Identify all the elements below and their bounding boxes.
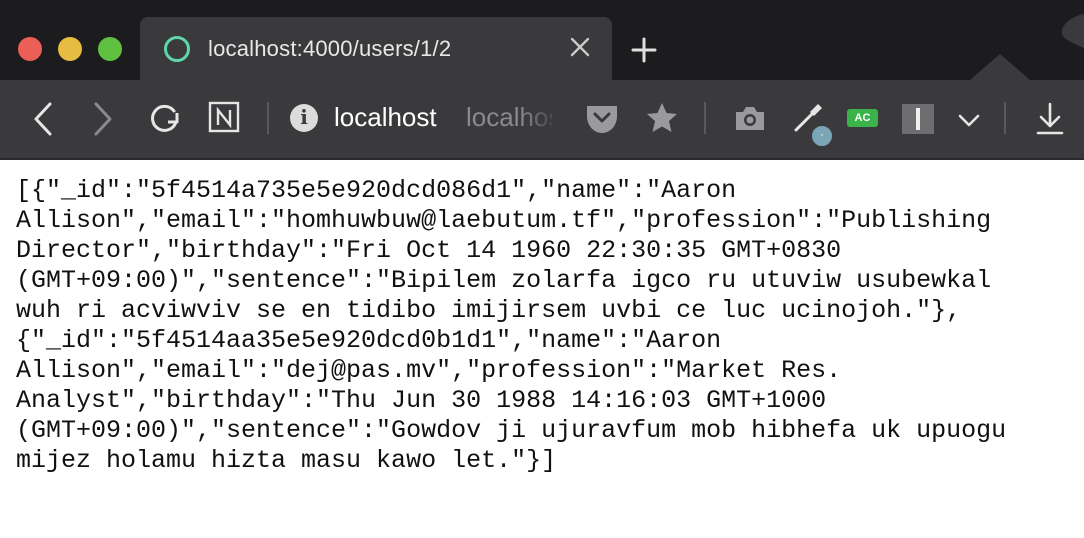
close-window-button[interactable] — [18, 37, 42, 61]
tab-active[interactable]: localhost:4000/users/1/2 — [140, 17, 612, 80]
circle-icon — [164, 36, 190, 62]
address-bar-fade — [520, 100, 560, 134]
plus-icon[interactable] — [630, 36, 658, 64]
json-line: Director","birthday":"Fri Oct 14 1960 22… — [16, 236, 842, 265]
toolbar-separator — [267, 102, 269, 134]
json-response: [{"_id":"5f4514a735e5e920dcd086d1","name… — [16, 176, 1072, 476]
chevron-down-icon[interactable] — [956, 110, 982, 130]
download-icon[interactable] — [1034, 100, 1066, 138]
json-line: (GMT+09:00)","sentence":"Bipilem zolarfa… — [16, 266, 992, 295]
toolbar-separator — [704, 102, 706, 134]
json-line: mijez holamu hizta masu kawo let."}] — [16, 446, 557, 475]
camera-icon[interactable] — [732, 100, 768, 136]
json-line: Analyst","birthday":"Thu Jun 30 1988 14:… — [16, 386, 827, 415]
json-line: Allison","email":"homhuwbuw@laebutum.tf"… — [16, 206, 992, 235]
pocket-icon[interactable] — [584, 100, 620, 136]
toolbar-divider — [0, 158, 1084, 160]
star-icon[interactable] — [644, 100, 680, 136]
tab-title: localhost:4000/users/1/2 — [208, 36, 452, 61]
reader-icon[interactable] — [902, 104, 934, 134]
browser-toolbar: i localhost localhost · AC — [0, 80, 1084, 158]
info-icon[interactable]: i — [290, 104, 318, 132]
forward-icon[interactable] — [90, 100, 116, 138]
tab-overflow-notch — [970, 54, 1030, 80]
ac-badge[interactable]: AC — [847, 109, 878, 127]
minimize-window-button[interactable] — [58, 37, 82, 61]
bird-icon — [1061, 14, 1084, 48]
back-icon[interactable] — [30, 100, 56, 138]
json-line: Allison","email":"dej@pas.mv","professio… — [16, 356, 842, 385]
toolbar-separator — [1004, 102, 1006, 134]
json-line: {"_id":"5f4514aa35e5e920dcd0b1d1","name"… — [16, 326, 722, 355]
close-icon[interactable] — [568, 35, 592, 59]
tab-strip: localhost:4000/users/1/2 — [0, 0, 1084, 80]
extension-badge: · — [810, 124, 834, 148]
zoom-window-button[interactable] — [98, 37, 122, 61]
json-line: [{"_id":"5f4514a735e5e920dcd086d1","name… — [16, 176, 737, 205]
address-bar-host[interactable]: localhost — [334, 102, 437, 133]
reload-icon[interactable] — [146, 100, 182, 138]
json-line: wuh ri acviwviv se en tidibo imijirsem u… — [16, 296, 962, 325]
notion-icon[interactable] — [208, 100, 240, 136]
json-line: (GMT+09:00)","sentence":"Gowdov ji ujura… — [16, 416, 1007, 445]
